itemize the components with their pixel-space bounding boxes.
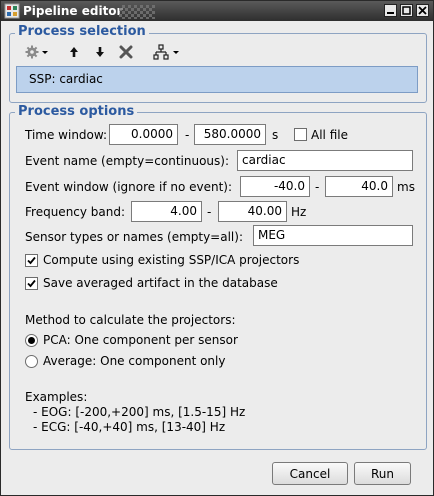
checkmark-icon — [27, 279, 36, 288]
checkmark-icon — [27, 256, 36, 265]
maximize-icon — [402, 6, 411, 15]
gear-menu-button[interactable] — [23, 42, 51, 62]
save-artifact-label: Save averaged artifact in the database — [43, 276, 278, 290]
arrow-up-icon — [70, 47, 78, 57]
cancel-button[interactable]: Cancel — [272, 462, 348, 485]
delete-x-icon — [119, 45, 133, 59]
event-window-label: Event window (ignore if no event): — [25, 180, 233, 194]
method-pca-label: PCA: One component per sensor — [43, 333, 238, 347]
method-label: Method to calculate the projectors: — [25, 313, 236, 327]
time-window-end-input[interactable]: 580.0000 — [194, 124, 266, 145]
all-file-checkbox[interactable] — [294, 128, 307, 141]
pipeline-tree-menu-button[interactable] — [152, 42, 182, 62]
close-icon — [418, 6, 427, 15]
use-existing-ssp-checkbox[interactable] — [25, 254, 38, 267]
frequency-band-high-input[interactable]: 40.00 — [218, 201, 287, 222]
method-average-label: Average: One component only — [43, 354, 226, 368]
pipeline-editor-window: Pipeline editor Process selection SSP: c… — [0, 0, 434, 496]
examples-heading: Examples: — [25, 390, 88, 404]
process-list[interactable]: SSP: cardiac — [16, 66, 418, 93]
example-line-eog: - EOG: [-200,+200] ms, [1.5-15] Hz — [33, 405, 246, 419]
time-window-unit: s — [272, 128, 279, 142]
move-up-button[interactable] — [66, 42, 82, 62]
example-line-ecg: - ECG: [-40,+40] ms, [13-40] Hz — [33, 420, 226, 434]
event-window-end-input[interactable]: 40.0 — [325, 176, 393, 197]
event-window-start-input[interactable]: -40.0 — [240, 176, 310, 197]
move-down-button[interactable] — [92, 42, 108, 62]
gear-icon — [25, 45, 48, 59]
method-pca-radio[interactable] — [25, 334, 38, 347]
radio-selected-dot — [28, 337, 35, 344]
title-bar-decoration — [119, 5, 155, 19]
method-average-radio[interactable] — [25, 355, 38, 368]
list-item-ssp-cardiac[interactable]: SSP: cardiac — [29, 72, 103, 86]
pipeline-tree-icon — [153, 44, 179, 60]
event-name-label: Event name (empty=continuous): — [25, 154, 229, 168]
time-window-label: Time window: — [25, 128, 108, 142]
title-bar[interactable]: Pipeline editor — [1, 1, 433, 21]
app-icon — [4, 3, 20, 19]
all-file-label: All file — [311, 128, 348, 142]
minimize-button[interactable] — [384, 4, 397, 17]
time-window-start-input[interactable]: 0.0000 — [109, 124, 178, 145]
sensor-types-label: Sensor types or names (empty=all): — [25, 230, 243, 244]
process-options-legend: Process options — [15, 104, 138, 119]
frequency-band-separator: - — [207, 205, 212, 219]
run-button[interactable]: Run — [354, 462, 411, 485]
sensor-types-input[interactable]: MEG — [253, 225, 413, 246]
arrow-down-icon — [96, 47, 104, 57]
time-window-separator: - — [185, 128, 190, 142]
event-name-input[interactable]: cardiac — [237, 150, 413, 171]
frequency-band-low-input[interactable]: 4.00 — [131, 201, 202, 222]
window-title: Pipeline editor — [23, 4, 123, 18]
event-window-unit: ms — [397, 180, 415, 194]
close-window-button[interactable] — [416, 4, 429, 17]
save-artifact-checkbox[interactable] — [25, 277, 38, 290]
event-window-separator: - — [315, 180, 320, 194]
maximize-button[interactable] — [400, 4, 413, 17]
frequency-band-unit: Hz — [291, 205, 307, 219]
minimize-icon — [387, 12, 394, 14]
frequency-band-label: Frequency band: — [25, 205, 126, 219]
delete-process-button[interactable] — [117, 42, 135, 62]
use-existing-ssp-label: Compute using existing SSP/ICA projector… — [43, 253, 300, 267]
process-selection-legend: Process selection — [15, 24, 149, 39]
